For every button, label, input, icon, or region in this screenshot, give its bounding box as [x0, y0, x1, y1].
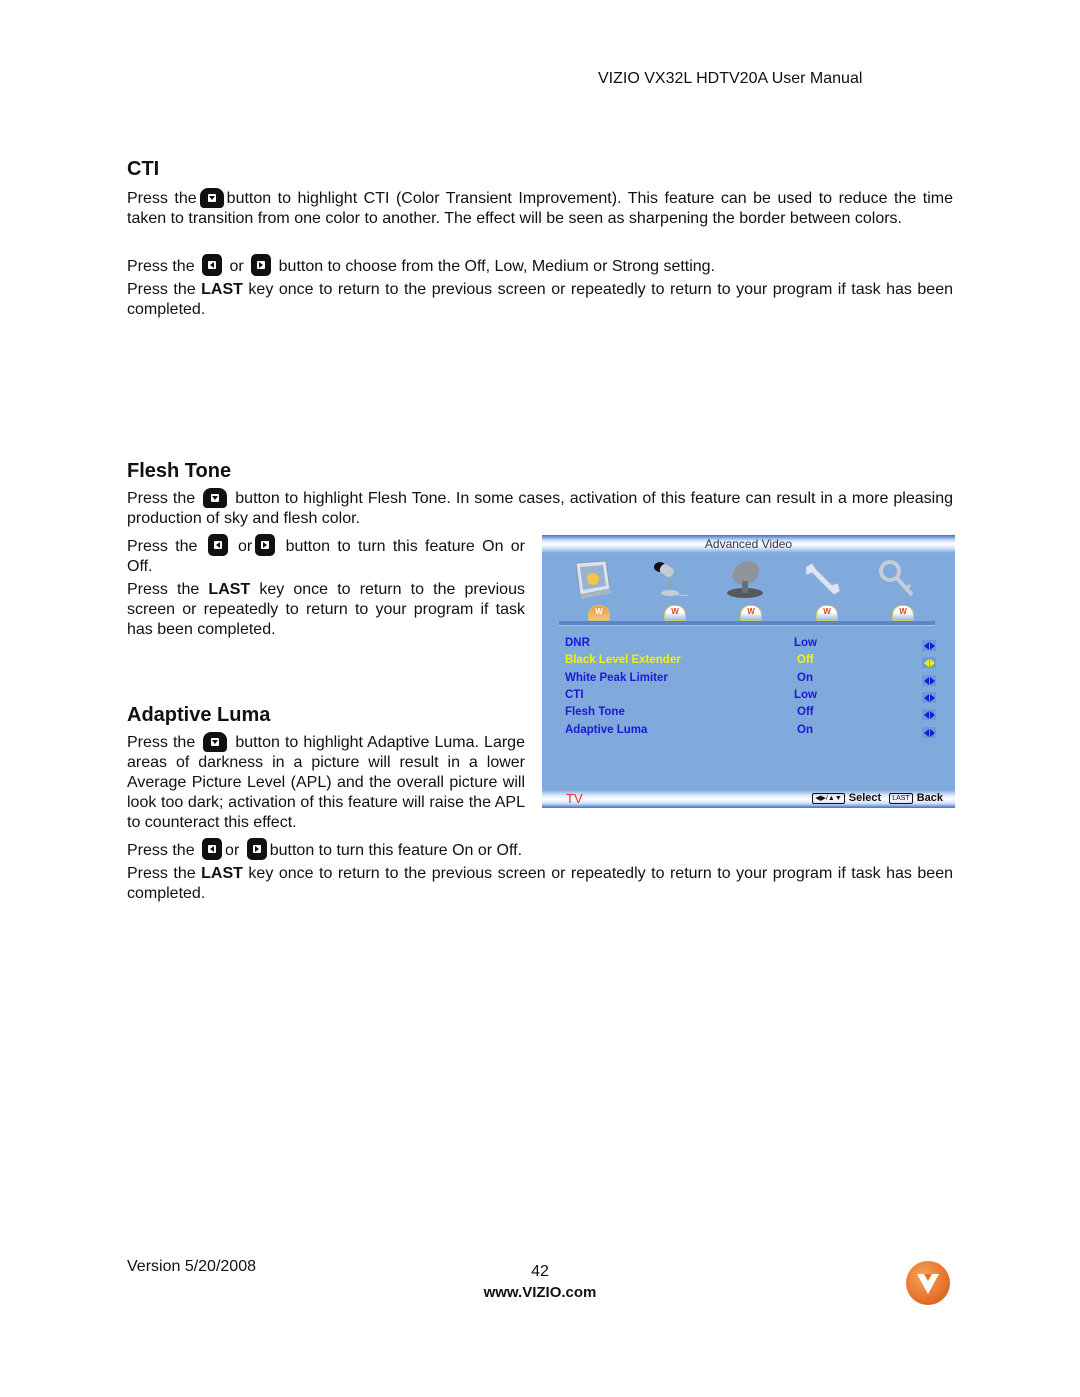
right-button-icon	[246, 838, 267, 860]
osd-item-value: On	[797, 672, 813, 684]
cti-paragraph-3: Press the LAST key once to return to the…	[127, 280, 953, 320]
right-button-icon	[255, 534, 276, 556]
osd-tab-setup[interactable]	[816, 605, 838, 621]
osd-menu-item[interactable]: Black Level Extender Off	[542, 654, 955, 671]
advanced-video-osd: Advanced Video W W W W W DNR Low Black L…	[542, 535, 955, 808]
text: or	[229, 258, 244, 275]
osd-item-label: Flesh Tone	[565, 706, 625, 718]
left-button-icon	[202, 838, 223, 860]
satellite-dish-icon[interactable]	[722, 557, 768, 601]
manual-title: VIZIO VX32L HDTV20A User Manual	[598, 70, 863, 87]
osd-item-label: DNR	[565, 637, 590, 649]
picture-icon[interactable]	[570, 557, 616, 601]
osd-item-value: On	[797, 724, 813, 736]
text: Press the	[127, 581, 200, 598]
down-button-icon	[203, 732, 228, 752]
left-right-arrows-icon[interactable]	[922, 675, 936, 686]
text: Press the	[127, 490, 196, 507]
text: key once to return to the previous scree…	[127, 281, 953, 318]
text: or	[225, 842, 240, 859]
osd-menu-item[interactable]: White Peak Limiter On	[542, 672, 955, 689]
left-right-arrows-icon[interactable]	[922, 709, 936, 720]
osd-menu-item[interactable]: Adaptive Luma On	[542, 724, 955, 741]
osd-item-value: Low	[794, 689, 817, 701]
osd-icon-row	[542, 557, 955, 605]
osd-tab-parental[interactable]	[892, 605, 914, 621]
osd-item-value: Off	[797, 706, 814, 718]
flesh-tone-paragraph-2: Press the or button to turn this feature…	[127, 534, 525, 577]
left-button-icon	[202, 254, 223, 276]
text: Press the	[127, 258, 195, 275]
cti-paragraph-1: Press the button to highlight CTI (Color …	[127, 188, 953, 229]
osd-tab-audio[interactable]	[664, 605, 686, 621]
osd-menu-item[interactable]: Flesh Tone Off	[542, 706, 955, 723]
text: Press the	[127, 734, 196, 751]
osd-item-value: Low	[794, 637, 817, 649]
left-right-arrows-icon[interactable]	[922, 727, 936, 738]
adaptive-luma-paragraph-3: Press the LAST key once to return to the…	[127, 864, 953, 904]
osd-tab-row	[542, 605, 955, 621]
text: Press the	[127, 842, 195, 859]
osd-menu-item[interactable]: CTI Low	[542, 689, 955, 706]
cti-paragraph-2: Press the or button to choose from the O…	[127, 254, 953, 277]
osd-item-label: Black Level Extender	[565, 654, 681, 666]
vizio-v-icon	[917, 1274, 939, 1294]
osd-help: ◀▶/▲▼ Select LAST Back	[804, 792, 943, 804]
osd-menu-item[interactable]: DNR Low	[542, 637, 955, 654]
osd-source-label: TV	[566, 791, 583, 806]
osd-title: Advanced Video	[704, 537, 793, 551]
select-hint: Select	[848, 792, 882, 804]
osd-tab-tv[interactable]	[740, 605, 762, 621]
text: Press the	[127, 865, 196, 882]
adaptive-luma-paragraph-1: Press the button to highlight Adaptive L…	[127, 732, 525, 833]
left-right-arrows-icon[interactable]	[922, 657, 936, 668]
last-key-label: LAST	[201, 281, 243, 298]
adaptive-luma-paragraph-2: Press the or button to turn this feature…	[127, 838, 953, 861]
section-heading-cti: CTI	[127, 158, 160, 180]
section-heading-adaptive-luma: Adaptive Luma	[127, 704, 271, 726]
microphone-icon[interactable]	[646, 557, 692, 601]
osd-divider	[559, 621, 935, 626]
key-icon[interactable]	[874, 557, 920, 601]
left-right-arrows-icon[interactable]	[922, 640, 936, 651]
osd-item-value: Off	[797, 654, 814, 666]
text: or	[238, 538, 253, 555]
text: button to choose from the Off, Low, Medi…	[278, 258, 716, 275]
flesh-tone-paragraph-1: Press the button to highlight Flesh Tone…	[127, 488, 953, 529]
left-button-icon	[207, 534, 228, 556]
back-hint: Back	[916, 792, 943, 804]
text: Press the	[127, 190, 197, 207]
osd-item-label: Adaptive Luma	[565, 724, 648, 736]
down-button-icon	[199, 188, 224, 208]
last-key-icon: LAST	[889, 793, 913, 804]
osd-title-bar: Advanced Video	[542, 535, 955, 553]
last-key-label: LAST	[201, 865, 243, 882]
text: button to highlight CTI (Color Transient…	[127, 190, 954, 227]
left-right-arrows-icon[interactable]	[922, 692, 936, 703]
flesh-tone-paragraph-3: Press the LAST key once to return to the…	[127, 580, 525, 640]
text: key once to return to the previous scree…	[127, 865, 953, 902]
text: Press the	[127, 281, 196, 298]
right-button-icon	[251, 254, 272, 276]
text: Press the	[127, 538, 198, 555]
osd-item-label: White Peak Limiter	[565, 672, 668, 684]
text: button to highlight Flesh Tone. In some …	[127, 490, 953, 527]
last-key-label: LAST	[208, 581, 251, 598]
navigate-keys-icon: ◀▶/▲▼	[812, 793, 845, 804]
down-button-icon	[203, 488, 228, 508]
vizio-logo	[906, 1261, 950, 1305]
osd-tab-picture[interactable]	[588, 605, 610, 621]
section-heading-flesh-tone: Flesh Tone	[127, 460, 232, 482]
osd-status-bar: TV ◀▶/▲▼ Select LAST Back	[542, 790, 955, 808]
text: button to turn this feature On or Off.	[269, 842, 523, 859]
osd-item-label: CTI	[565, 689, 584, 701]
wrench-icon[interactable]	[798, 557, 844, 601]
